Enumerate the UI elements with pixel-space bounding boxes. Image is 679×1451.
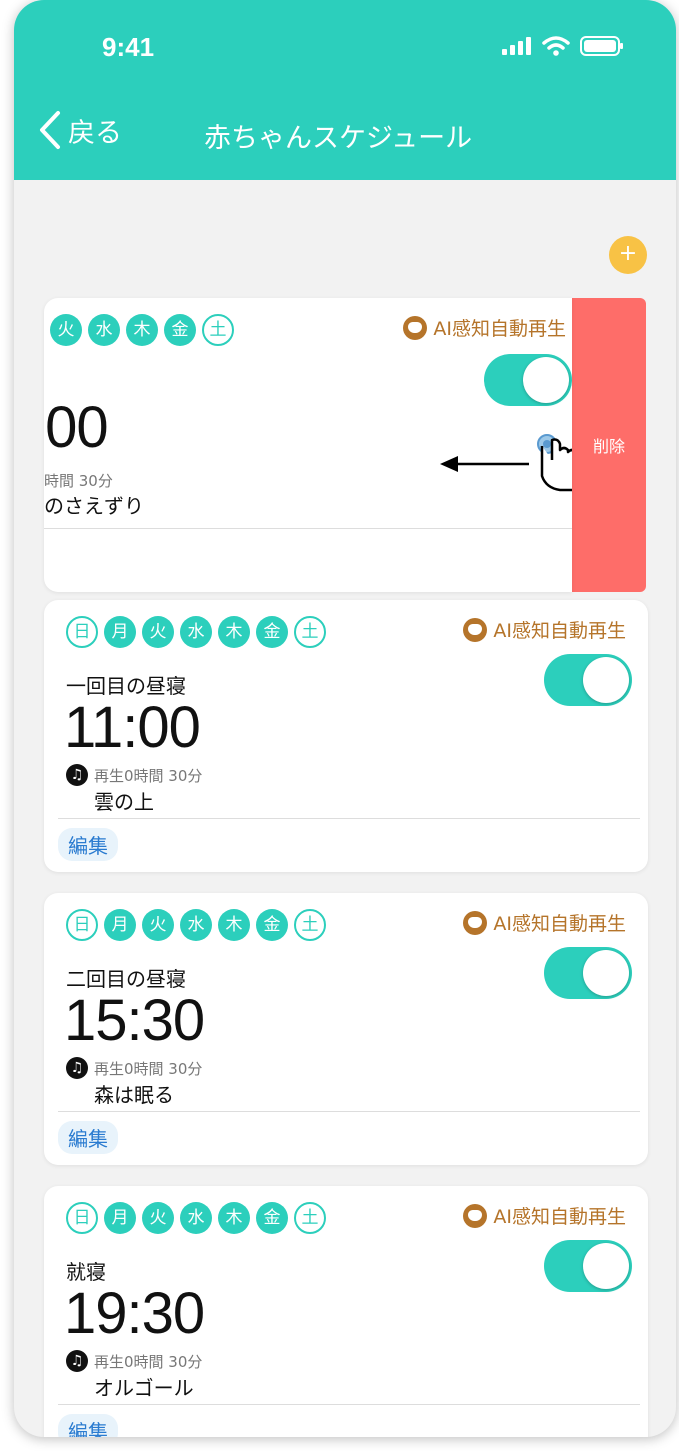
divider: [58, 818, 640, 819]
weekday-selector: 日 月 火 水 木 金 土: [66, 616, 326, 648]
ai-autoplay-label: AI感知自動再生: [463, 909, 626, 936]
swiped-schedule-card[interactable]: 火 水 木 金 土 AI感知自動再生 :00 時間 30分 のさえずり: [44, 298, 572, 592]
day-tue[interactable]: 火: [142, 1202, 174, 1234]
day-sat[interactable]: 土: [202, 314, 234, 346]
ai-autoplay-text: AI感知自動再生: [493, 620, 626, 642]
toggle-knob: [523, 357, 569, 403]
music-title: オルゴール: [94, 1376, 194, 1400]
day-sat[interactable]: 土: [294, 616, 326, 648]
schedule-toggle[interactable]: [484, 354, 572, 406]
ai-autoplay-label: AI感知自動再生: [403, 314, 566, 341]
schedule-time: 15:30: [64, 988, 205, 1053]
music-row: ♫ 再生0時間 30分: [66, 764, 202, 786]
edit-button[interactable]: 編集: [58, 1414, 118, 1437]
baby-face-icon: [463, 910, 488, 935]
day-wed[interactable]: 水: [180, 909, 212, 941]
day-tue[interactable]: 火: [50, 314, 82, 346]
play-duration: 時間 30分: [44, 472, 113, 490]
app-header: 9:41 戻る 赤ちゃんスケジュール: [14, 0, 676, 180]
edit-button[interactable]: 編集: [58, 828, 118, 861]
schedule-toggle[interactable]: [544, 1240, 632, 1292]
baby-face-icon: [403, 315, 428, 340]
day-thu[interactable]: 木: [218, 909, 250, 941]
music-title: 森は眠る: [94, 1083, 174, 1107]
weekday-selector: 日 月 火 水 木 金 土: [66, 1202, 326, 1234]
chevron-left-icon: [40, 111, 60, 149]
schedule-card[interactable]: 日 月 火 水 木 金 土 AI感知自動再生 就寝 19:30 ♫ 再生0時間 …: [44, 1186, 648, 1437]
weekday-selector: 日 月 火 水 木 金 土: [66, 909, 326, 941]
ai-autoplay-text: AI感知自動再生: [493, 1206, 626, 1228]
day-sat[interactable]: 土: [294, 1202, 326, 1234]
back-label: 戻る: [68, 117, 122, 149]
divider: [58, 1404, 640, 1405]
delete-label: 削除: [592, 437, 625, 456]
baby-face-icon: [463, 1203, 488, 1228]
day-mon[interactable]: 月: [104, 616, 136, 648]
music-title: 雲の上: [94, 790, 154, 814]
day-sun[interactable]: 日: [66, 909, 98, 941]
music-row: ♫ 再生0時間 30分: [66, 1350, 202, 1372]
day-fri[interactable]: 金: [256, 616, 288, 648]
schedule-toggle[interactable]: [544, 947, 632, 999]
schedule-time: :00: [44, 395, 109, 460]
schedule-time: 19:30: [64, 1281, 205, 1346]
divider: [58, 1111, 640, 1112]
swipe-gesture-icon: [440, 434, 572, 492]
signal-icon: [502, 37, 531, 55]
day-sun[interactable]: 日: [66, 616, 98, 648]
add-schedule-button[interactable]: +: [609, 236, 647, 274]
music-note-icon: ♫: [66, 1350, 88, 1372]
music-note-icon: ♫: [66, 1057, 88, 1079]
music-row: ♫ 再生0時間 30分: [66, 1057, 202, 1079]
day-thu[interactable]: 木: [218, 616, 250, 648]
day-fri[interactable]: 金: [256, 909, 288, 941]
schedule-card[interactable]: 日 月 火 水 木 金 土 AI感知自動再生 一回目の昼寝 11:00 ♫ 再生…: [44, 600, 648, 872]
ai-autoplay-text: AI感知自動再生: [433, 318, 566, 340]
wifi-icon: [542, 36, 570, 56]
play-duration: 再生0時間 30分: [94, 1059, 203, 1078]
day-mon[interactable]: 月: [104, 909, 136, 941]
schedule-card[interactable]: 日 月 火 水 木 金 土 AI感知自動再生 二回目の昼寝 15:30 ♫ 再生…: [44, 893, 648, 1165]
status-icons: [502, 36, 624, 56]
edit-button[interactable]: 編集: [58, 1121, 118, 1154]
status-time: 9:41: [102, 32, 155, 62]
toggle-knob: [583, 1243, 629, 1289]
day-sat[interactable]: 土: [294, 909, 326, 941]
page-title: 赤ちゃんスケジュール: [204, 123, 473, 154]
schedule-time: 11:00: [64, 695, 201, 760]
day-tue[interactable]: 火: [142, 616, 174, 648]
battery-icon: [580, 36, 623, 56]
ai-autoplay-text: AI感知自動再生: [493, 913, 626, 935]
back-button[interactable]: 戻る: [38, 110, 122, 150]
day-fri[interactable]: 金: [164, 314, 196, 346]
toggle-knob: [583, 950, 629, 996]
day-wed[interactable]: 水: [180, 1202, 212, 1234]
weekday-selector: 火 水 木 金 土: [50, 314, 234, 346]
day-wed[interactable]: 水: [88, 314, 120, 346]
day-wed[interactable]: 水: [180, 616, 212, 648]
schedule-toggle[interactable]: [544, 654, 632, 706]
day-thu[interactable]: 木: [126, 314, 158, 346]
day-fri[interactable]: 金: [256, 1202, 288, 1234]
phone-frame: 9:41 戻る 赤ちゃんスケジュール + 削除 火 水 木 金 土 AI感知自動…: [14, 0, 676, 1437]
music-note-icon: ♫: [66, 764, 88, 786]
play-duration: 再生0時間 30分: [94, 766, 203, 785]
day-thu[interactable]: 木: [218, 1202, 250, 1234]
day-tue[interactable]: 火: [142, 909, 174, 941]
divider: [44, 528, 572, 529]
day-sun[interactable]: 日: [66, 1202, 98, 1234]
toggle-knob: [583, 657, 629, 703]
delete-button[interactable]: 削除: [572, 298, 646, 592]
ai-autoplay-label: AI感知自動再生: [463, 1202, 626, 1229]
play-duration: 再生0時間 30分: [94, 1352, 203, 1371]
ai-autoplay-label: AI感知自動再生: [463, 616, 626, 643]
baby-face-icon: [463, 617, 488, 642]
music-title: のさえずり: [44, 494, 144, 518]
day-mon[interactable]: 月: [104, 1202, 136, 1234]
